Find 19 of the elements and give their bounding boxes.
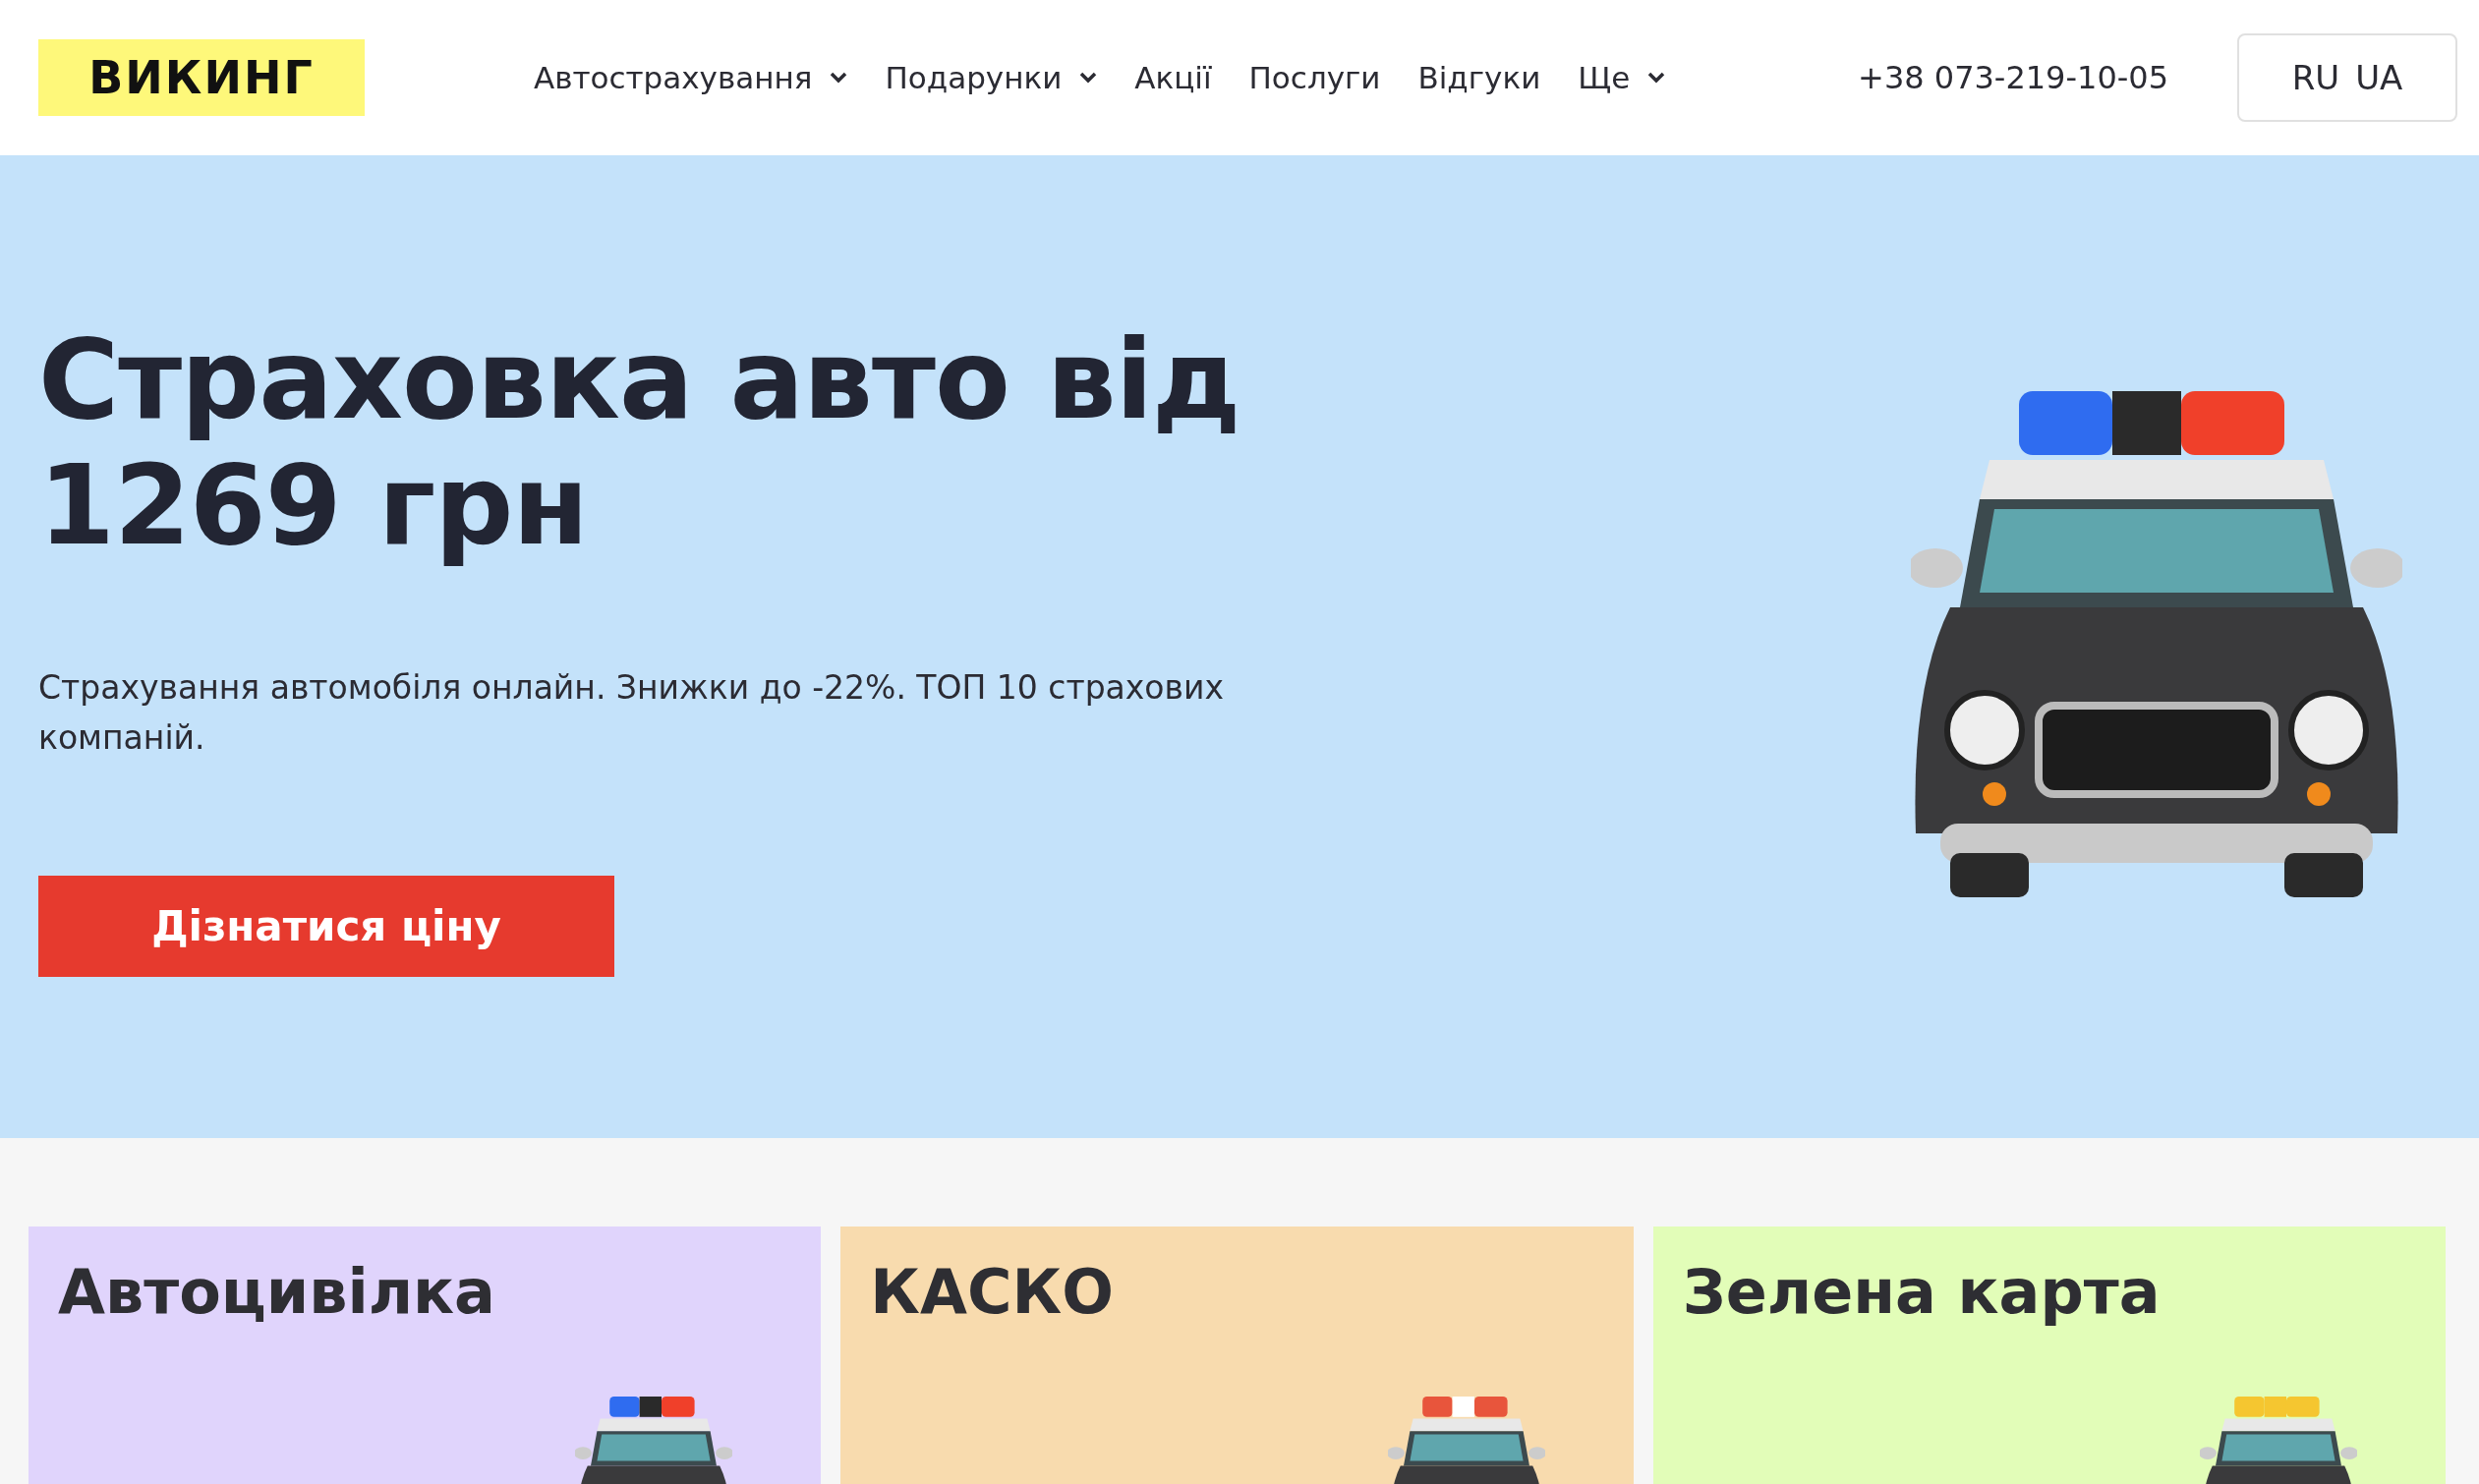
card-title: КАСКО — [870, 1256, 1115, 1328]
hero-title: Страховка авто від 1269 грн — [38, 315, 1241, 570]
hero-subtitle: Страхування автомобіля онлайн. Знижки до -22%. ТОП 10 страхових компаній. — [38, 667, 1225, 760]
phone-link[interactable]: +38 073-219-10-05 — [1858, 59, 2168, 96]
language-link[interactable]: UA — [2355, 58, 2403, 97]
card-title: Автоцивілка — [58, 1256, 496, 1328]
product-card[interactable]: КАСКО — [840, 1227, 1634, 1484]
nav-link[interactable]: Автострахування — [534, 60, 848, 95]
get-price-button[interactable]: Дізнатися ціну — [38, 876, 614, 978]
card-title: Зелена карта — [1682, 1256, 2162, 1328]
nav-link[interactable]: Послуги — [1248, 60, 1381, 95]
product-card[interactable]: Автоцивілка — [29, 1227, 822, 1484]
product-card[interactable]: Зелена карта — [1652, 1227, 2446, 1484]
nav-link[interactable]: Акції — [1134, 60, 1212, 95]
nav-link[interactable]: Ще — [1578, 60, 1666, 95]
language-link[interactable]: RU — [2291, 58, 2340, 97]
logo[interactable]: ВИКИНГ — [38, 39, 365, 116]
nav-link[interactable]: Відгуки — [1417, 60, 1541, 95]
nav-link[interactable]: Подарунки — [885, 60, 1098, 95]
